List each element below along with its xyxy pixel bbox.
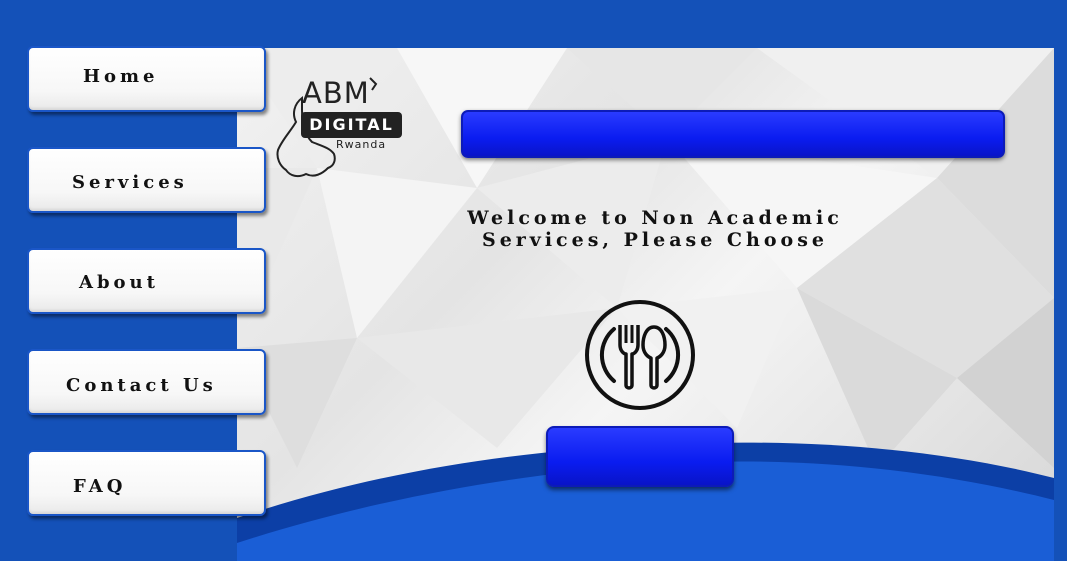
nav-about-button[interactable]: About	[27, 248, 266, 314]
nav-contact-label: Contact Us	[66, 375, 217, 396]
nav-services-label: Services	[72, 172, 188, 193]
nav-services-button[interactable]: Services	[27, 147, 266, 213]
welcome-line-1: Welcome to Non Academic	[467, 207, 843, 229]
logo-badge: DIGITAL	[301, 112, 402, 138]
nav-home-label: Home	[83, 66, 159, 87]
logo-subtitle: Rwanda	[336, 138, 387, 151]
nav-contact-button[interactable]: Contact Us	[27, 349, 266, 415]
logo-title: ABM	[302, 76, 370, 110]
welcome-heading: Welcome to Non Academic Services, Please…	[380, 207, 930, 251]
nav-home-button[interactable]: Home	[27, 46, 266, 112]
dining-service-button[interactable]	[546, 426, 734, 487]
dining-plate-fork-spoon-icon[interactable]	[584, 299, 696, 411]
nav-about-label: About	[79, 272, 159, 293]
welcome-line-2: Services, Please Choose	[481, 229, 829, 251]
header-banner-bar	[461, 110, 1005, 158]
nav-faq-button[interactable]: FAQ	[27, 450, 266, 516]
nav-faq-label: FAQ	[73, 476, 127, 497]
